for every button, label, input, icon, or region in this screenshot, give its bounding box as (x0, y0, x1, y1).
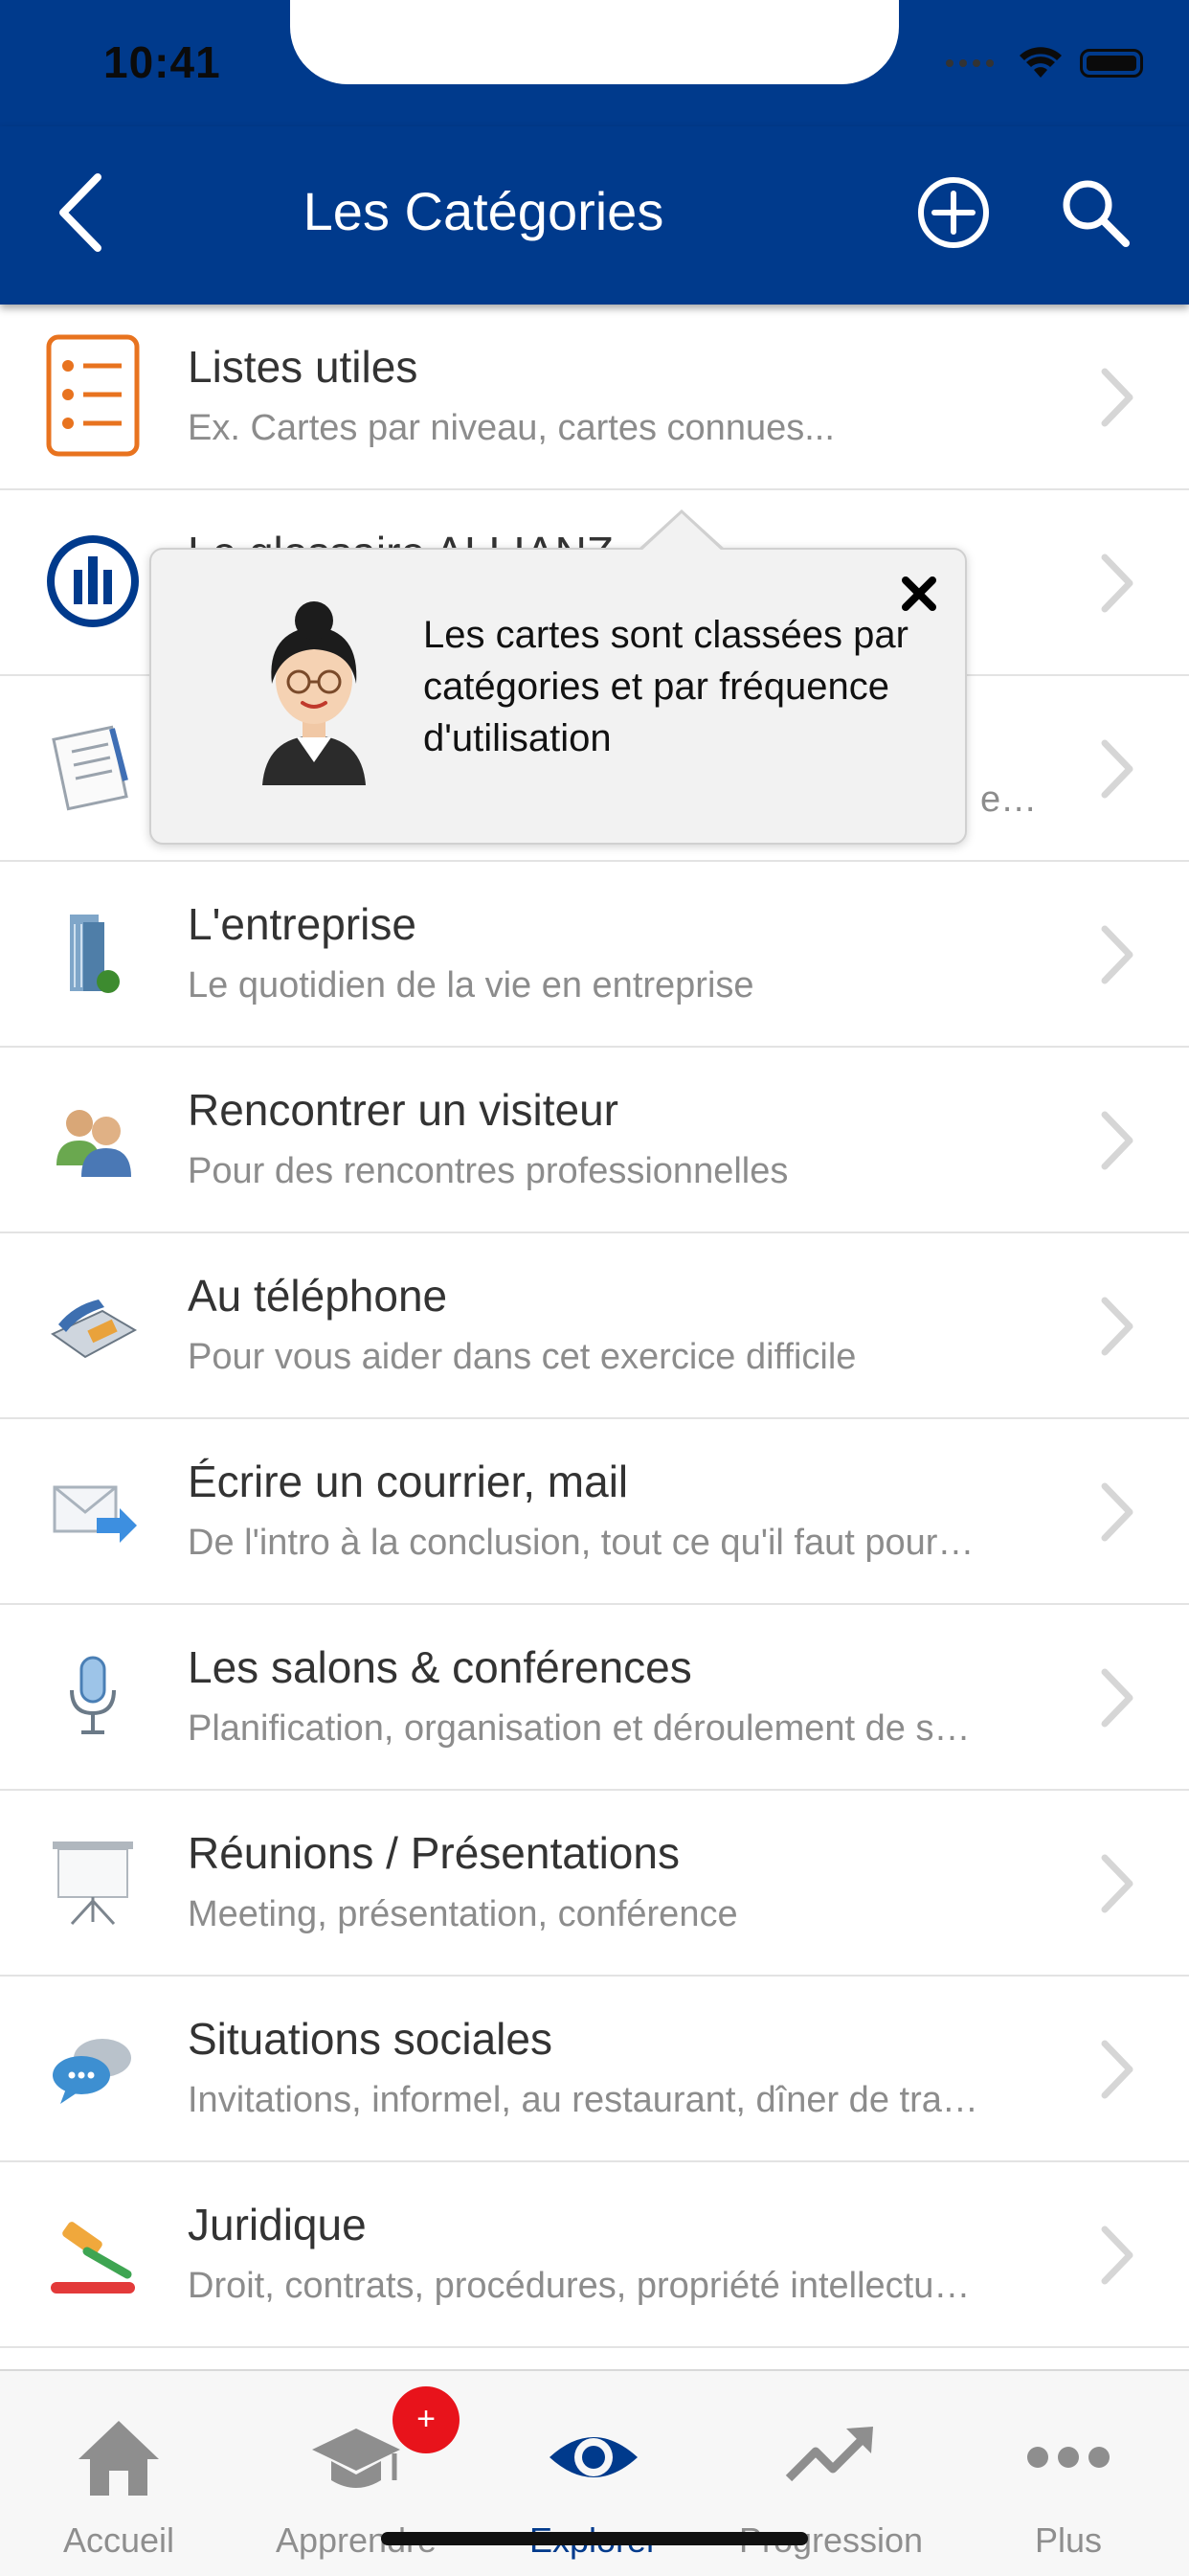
page-title: Les Catégories (303, 181, 664, 241)
row-subtitle: Le quotidien de la vie en entreprise (188, 965, 754, 1006)
tooltip-arrow-fill (640, 513, 723, 552)
row-title: Juridique (188, 2200, 367, 2249)
gavel-icon (40, 2201, 146, 2306)
microphone-icon (40, 1643, 146, 1749)
row-subtitle: Invitations, informel, au restaurant, dî… (188, 2080, 978, 2120)
chevron-right-icon (1101, 1482, 1133, 1542)
tab-accueil[interactable]: Accueil (0, 2371, 237, 2576)
chevron-right-icon (1101, 2040, 1133, 2099)
row-title: L'entreprise (188, 899, 416, 949)
chevron-right-icon (1101, 1668, 1133, 1728)
status-time: 10:41 (103, 37, 221, 87)
row-subtitle: Pour des rencontres professionnelles (188, 1151, 789, 1191)
eye-icon (550, 2437, 638, 2477)
nav-header: Les Catégories (0, 126, 1189, 305)
graduation-cap-icon (312, 2429, 400, 2488)
wifi-icon (1020, 47, 1062, 78)
row-title: Les salons & conférences (188, 1642, 692, 1692)
row-subtitle: Droit, contrats, procédures, propriété i… (188, 2266, 971, 2306)
onboarding-tooltip: Les cartes sont classées par catégories … (149, 509, 967, 845)
trend-up-icon (785, 2427, 873, 2482)
row-subtitle: De l'intro à la conclusion, tout ce qu'i… (188, 1523, 975, 1563)
people-icon (40, 1086, 146, 1191)
row-subtitle: Pour vous aider dans cet exercice diffic… (188, 1337, 857, 1377)
chevron-right-icon (1101, 1297, 1133, 1356)
assistant-avatar-icon (262, 601, 366, 785)
apprendre-badge: + (393, 2386, 460, 2453)
chevron-right-icon (1101, 2226, 1133, 2285)
chevron-right-icon (1101, 739, 1133, 799)
category-row-visiteur[interactable]: Rencontrer un visiteur Pour des rencontr… (0, 1048, 1189, 1233)
signal-icon (946, 59, 994, 67)
presentation-board-icon (40, 1829, 146, 1934)
row-title: Écrire un courrier, mail (188, 1457, 629, 1506)
category-row-entreprise[interactable]: L'entreprise Le quotidien de la vie en e… (0, 862, 1189, 1048)
tab-label: Accueil (62, 2520, 175, 2560)
list-icon (40, 334, 146, 457)
category-row-sociales[interactable]: Situations sociales Invitations, informe… (0, 1977, 1189, 2162)
home-icon (79, 2421, 159, 2496)
row-title: Situations sociales (188, 2014, 552, 2064)
close-icon (902, 576, 936, 611)
tab-plus[interactable]: Plus (950, 2371, 1187, 2576)
chevron-right-icon (1101, 925, 1133, 984)
category-row-salons[interactable]: Les salons & conférences Planification, … (0, 1605, 1189, 1791)
category-row-listes-utiles[interactable]: Listes utiles Ex. Cartes par niveau, car… (0, 305, 1189, 490)
tooltip-close-button[interactable] (890, 565, 948, 622)
chevron-right-icon (1101, 1854, 1133, 1913)
tooltip-message: Les cartes sont classées par catégories … (423, 614, 909, 759)
status-icons (944, 42, 1143, 84)
search-icon (1063, 180, 1130, 247)
add-button[interactable] (906, 165, 1001, 260)
row-title: Listes utiles (188, 342, 418, 392)
allianz-logo-icon (40, 529, 146, 634)
row-subtitle: Planification, organisation et dérouleme… (188, 1708, 971, 1749)
chevron-right-icon (1101, 554, 1133, 613)
mail-icon (40, 1457, 146, 1563)
notch (290, 0, 899, 84)
category-row-courrier[interactable]: Écrire un courrier, mail De l'intro à la… (0, 1419, 1189, 1605)
row-subtitle: e… (980, 780, 1038, 820)
search-button[interactable] (1047, 165, 1143, 260)
telephone-icon (40, 1272, 146, 1377)
row-subtitle: Ex. Cartes par niveau, cartes connues... (188, 408, 835, 448)
notepad-icon (40, 714, 146, 820)
row-title: Rencontrer un visiteur (188, 1085, 618, 1135)
building-icon (40, 900, 146, 1006)
row-subtitle: Meeting, présentation, conférence (188, 1894, 738, 1934)
category-row-juridique[interactable]: Juridique Droit, contrats, procédures, p… (0, 2162, 1189, 2348)
row-title: Réunions / Présentations (188, 1828, 680, 1878)
row-title: Au téléphone (188, 1271, 448, 1321)
chat-bubbles-icon (40, 2015, 146, 2120)
status-bar: 10:41 (0, 0, 1189, 126)
home-indicator[interactable] (381, 2532, 808, 2545)
category-row-telephone[interactable]: Au téléphone Pour vous aider dans cet ex… (0, 1233, 1189, 1419)
tab-label: Plus (1034, 2520, 1103, 2560)
chevron-right-icon (1101, 1111, 1133, 1170)
chevron-right-icon (1101, 368, 1133, 427)
more-dots-icon (1027, 2447, 1110, 2468)
plus-circle-icon (918, 177, 989, 248)
category-row-reunions[interactable]: Réunions / Présentations Meeting, présen… (0, 1791, 1189, 1977)
battery-icon (1080, 49, 1143, 78)
